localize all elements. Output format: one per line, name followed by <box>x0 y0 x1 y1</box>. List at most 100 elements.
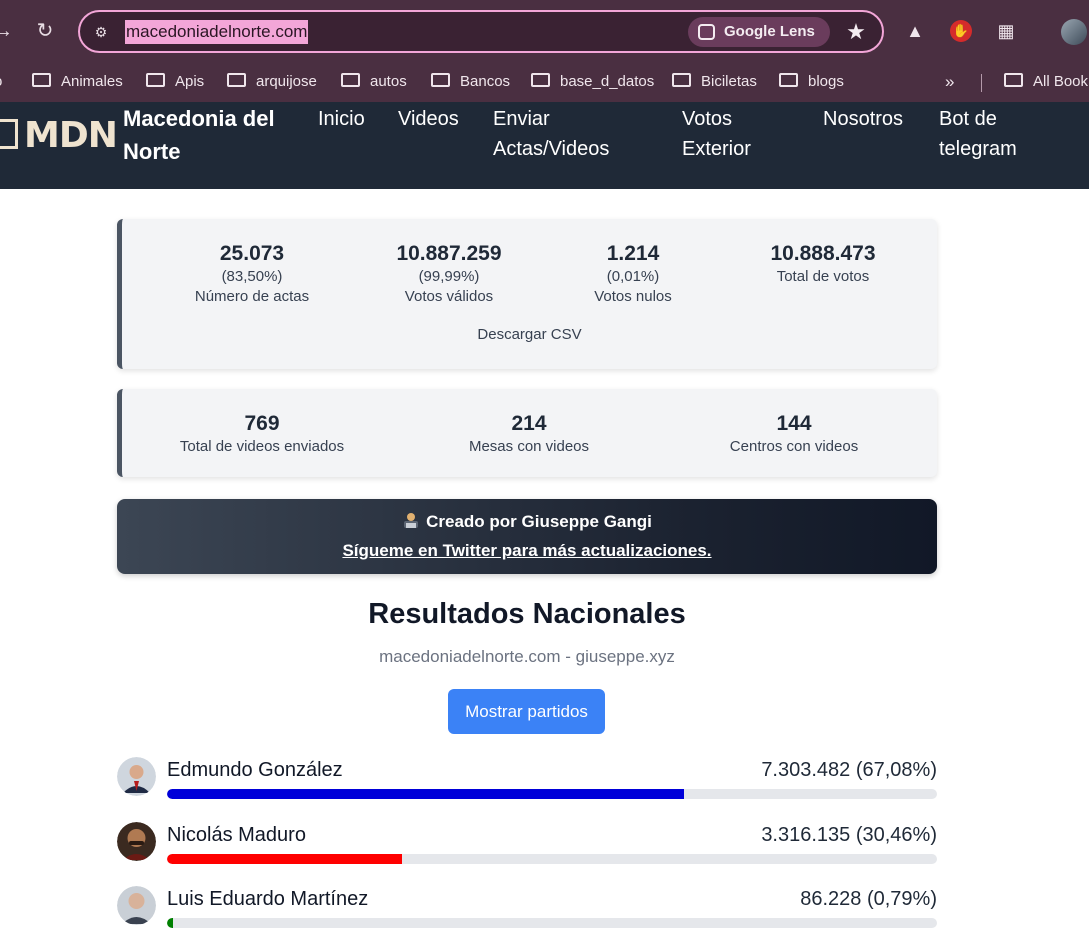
candidate-votes: 7.303.482 (67,08%) <box>761 759 937 781</box>
stat-percent: (0,01%) <box>606 268 660 285</box>
vote-bar-fill <box>167 918 174 928</box>
extension-stop-icon[interactable]: ✋ <box>950 20 972 42</box>
bookmark-partial[interactable]: o <box>0 70 2 94</box>
bookmark-star-icon[interactable]: ★ <box>843 18 869 46</box>
technologist-icon <box>404 512 419 528</box>
bookmark-folder[interactable]: arquijose <box>227 70 317 94</box>
nav-votos-exterior[interactable]: Votos Exterior <box>682 104 782 164</box>
bookmark-folder[interactable]: Animales <box>32 70 123 94</box>
nav-enviar-actas[interactable]: Enviar Actas/Videos <box>493 104 643 164</box>
bookmark-folder[interactable]: Apis <box>146 70 204 94</box>
brand-title[interactable]: Macedonia del Norte <box>123 102 303 168</box>
vote-bar-track <box>167 789 937 799</box>
stat-label: Votos nulos <box>594 288 672 305</box>
folder-icon <box>672 73 691 88</box>
reload-icon[interactable]: ↻ <box>32 18 58 44</box>
results-title: Resultados Nacionales <box>368 598 686 630</box>
candidate-photo <box>117 886 156 925</box>
candidate-name: Edmundo González <box>167 759 343 781</box>
candidate-photo <box>117 757 156 796</box>
author-credit: Creado por Giuseppe Gangi <box>117 510 937 534</box>
stat-percent: (99,99%) <box>418 268 480 285</box>
url-text[interactable]: macedoniadelnorte.com <box>125 20 309 44</box>
video-stats-card: 769 Total de videos enviados 214 Mesas c… <box>117 389 937 477</box>
vote-bar-fill <box>167 854 402 864</box>
nav-nosotros[interactable]: Nosotros <box>823 104 903 134</box>
stat-label: Mesas con videos <box>468 438 590 455</box>
nav-bot-telegram[interactable]: Bot de telegram <box>939 104 1049 164</box>
candidate-row: Edmundo González 7.303.482 (67,08%) <box>117 757 937 817</box>
author-banner: Creado por Giuseppe Gangi Sígueme en Twi… <box>117 499 937 574</box>
bookmarks-overflow-button[interactable]: » <box>945 70 954 94</box>
folder-icon <box>779 73 798 88</box>
extension-triangle-icon[interactable]: ▲ <box>902 18 928 44</box>
candidate-name: Luis Eduardo Martínez <box>167 888 369 910</box>
folder-icon <box>1004 73 1023 88</box>
stat-label: Votos válidos <box>404 288 494 305</box>
show-parties-button[interactable]: Mostrar partidos <box>448 689 605 734</box>
stat-centros-videos: 144 Centros con videos <box>694 411 894 457</box>
stat-label: Total de votos <box>776 268 870 285</box>
stat-mesas-videos: 214 Mesas con videos <box>429 411 629 457</box>
stat-label: Número de actas <box>194 288 310 305</box>
stat-votos-nulos: 1.214 (0,01%) Votos nulos <box>558 241 708 307</box>
bookmark-folder[interactable]: base_d_datos <box>531 70 654 94</box>
stat-label: Total de videos enviados <box>179 438 345 455</box>
candidate-name: Nicolás Maduro <box>167 824 306 846</box>
address-bar[interactable]: ⚙ macedoniadelnorte.com Google Lens ★ <box>78 10 884 53</box>
folder-icon <box>531 73 550 88</box>
vote-bar-fill <box>167 789 684 799</box>
stat-value: 769 <box>244 412 280 435</box>
twitter-follow-link[interactable]: Sígueme en Twitter para más actualizacio… <box>117 539 937 563</box>
folder-icon <box>341 73 360 88</box>
stat-value: 10.887.259 <box>396 242 502 265</box>
folder-icon <box>32 73 51 88</box>
bookmarks-bar: o Animales Apis arquijose autos Bancos b… <box>0 62 1089 102</box>
folder-icon <box>431 73 450 88</box>
candidate-row: Nicolás Maduro 3.316.135 (30,46%) <box>117 822 937 882</box>
browser-toolbar: → ↻ ⚙ macedoniadelnorte.com Google Lens … <box>0 0 1089 62</box>
google-lens-button[interactable]: Google Lens <box>688 17 830 47</box>
forward-icon[interactable]: → <box>0 18 16 44</box>
profile-avatar[interactable] <box>1061 19 1087 45</box>
nav-videos[interactable]: Videos <box>398 104 459 134</box>
stat-percent: (83,50%) <box>221 268 283 285</box>
candidate-votes: 3.316.135 (30,46%) <box>761 824 937 846</box>
stat-value: 10.888.473 <box>770 242 876 265</box>
site-logo[interactable]: MDN <box>0 114 118 158</box>
bookmark-folder[interactable]: Bancos <box>431 70 510 94</box>
stat-votos-validos: 10.887.259 (99,99%) Votos válidos <box>364 241 534 307</box>
stat-label: Centros con videos <box>729 438 859 455</box>
site-info-icon[interactable]: ⚙ <box>90 21 112 43</box>
extensions-puzzle-icon[interactable]: ▦ <box>993 18 1019 44</box>
author-credit-text: Creado por Giuseppe Gangi <box>426 512 652 531</box>
vote-stats-card: 25.073 (83,50%) Número de actas 10.887.2… <box>117 219 937 369</box>
vote-bar-track <box>167 918 937 928</box>
folder-icon <box>227 73 246 88</box>
logo-text: MDN <box>24 115 118 156</box>
stat-value: 214 <box>511 412 547 435</box>
vote-bar-track <box>167 854 937 864</box>
stat-value: 1.214 <box>606 242 660 265</box>
stat-value: 144 <box>776 412 812 435</box>
nav-inicio[interactable]: Inicio <box>318 104 365 134</box>
candidate-row: Luis Eduardo Martínez 86.228 (0,79%) <box>117 886 937 946</box>
stat-total-videos: 769 Total de videos enviados <box>162 411 362 457</box>
lens-icon <box>698 24 715 40</box>
google-lens-label: Google Lens <box>724 23 815 40</box>
bookmark-folder[interactable]: autos <box>341 70 407 94</box>
all-bookmarks-folder[interactable]: All Book <box>1004 70 1088 94</box>
bookmarks-divider <box>981 74 982 92</box>
bookmark-folder[interactable]: Biciletas <box>672 70 757 94</box>
bookmark-folder[interactable]: blogs <box>779 70 844 94</box>
site-header: MDN Macedonia del Norte Inicio Videos En… <box>0 102 1089 189</box>
stat-value: 25.073 <box>219 242 285 265</box>
download-csv-link[interactable]: Descargar CSV <box>122 326 937 343</box>
folder-icon <box>146 73 165 88</box>
candidate-votes: 86.228 (0,79%) <box>800 888 937 910</box>
results-subtitle: macedoniadelnorte.com - giuseppe.xyz <box>379 647 675 666</box>
logo-mark-icon <box>0 119 18 149</box>
stat-total-votos: 10.888.473 Total de votos <box>738 241 908 287</box>
candidate-photo <box>117 822 156 861</box>
stat-actas: 25.073 (83,50%) Número de actas <box>167 241 337 307</box>
